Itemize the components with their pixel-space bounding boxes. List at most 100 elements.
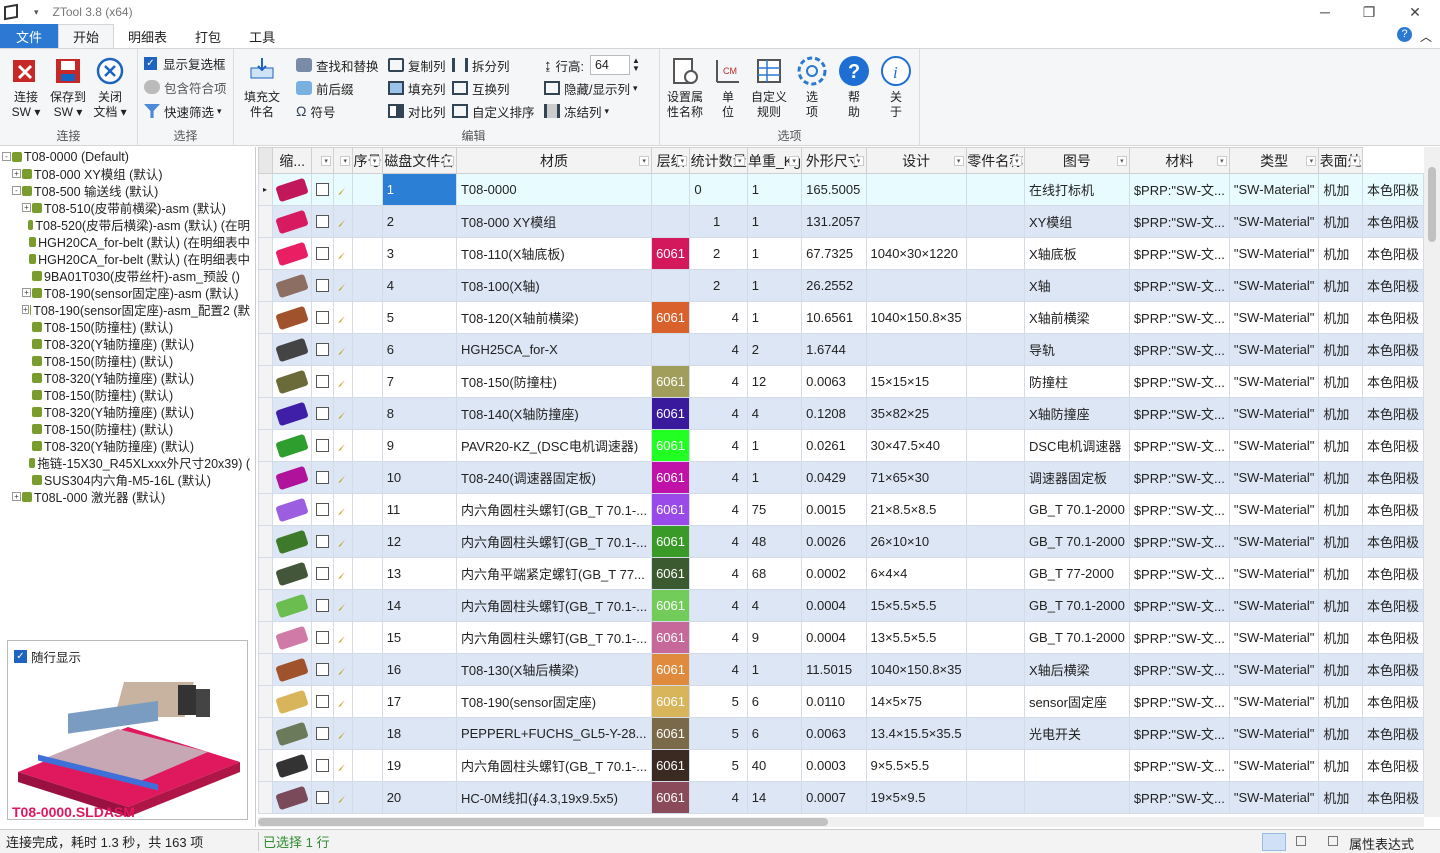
table-row[interactable]: 5 T08-120(X轴前横梁) 6061 4 1 10.6561 1040×150.8×3… [258,301,1424,334]
row-checkbox[interactable] [311,717,335,750]
surface-cell[interactable]: 本色阳极 [1361,365,1424,398]
drawing-no-cell[interactable]: $PRP:"SW-文... [1128,205,1230,238]
drawing-no-cell[interactable]: $PRP:"SW-文... [1128,269,1230,302]
row-checkbox[interactable] [311,749,335,782]
design-cell[interactable] [965,717,1025,750]
material-cell[interactable]: 6061 [651,493,691,526]
drawing-no-cell[interactable]: $PRP:"SW-文... [1128,685,1230,718]
filename-cell[interactable]: T08-130(X轴后横梁) [455,653,653,686]
level-cell[interactable]: 4 [689,781,748,814]
level-cell[interactable]: 5 [689,685,748,718]
part-name-cell[interactable]: X轴后横梁 [1023,653,1130,686]
tree-node[interactable]: HGH20CA_for-belt (默认) (在明细表中 [0,250,250,267]
material-name-cell[interactable]: "SW-Material" [1228,525,1320,558]
part-name-cell[interactable]: X轴前横梁 [1023,301,1130,334]
checkbox[interactable] [316,631,330,644]
qty-cell[interactable]: 12 [746,365,803,398]
material-name-cell[interactable]: "SW-Material" [1228,365,1320,398]
unit-button[interactable]: CM 单位 [708,55,748,120]
drawing-no-cell[interactable]: $PRP:"SW-文... [1128,173,1230,206]
material-name-cell[interactable]: "SW-Material" [1228,237,1320,270]
material-name-cell[interactable]: "SW-Material" [1228,717,1320,750]
material-name-cell[interactable]: "SW-Material" [1228,429,1320,462]
qty-cell[interactable]: 48 [746,525,803,558]
design-cell[interactable] [965,365,1025,398]
collapse-icon[interactable]: - [12,186,21,195]
filter-dropdown-icon[interactable]: ▾ [1349,156,1360,166]
collapse-ribbon-icon[interactable]: ︿ [1420,28,1432,45]
tree-node[interactable]: T08-320(Y轴防撞座) (默认) [0,437,250,454]
tab-bom[interactable]: 明细表 [114,24,181,48]
surface-cell[interactable]: 本色阳极 [1361,653,1424,686]
column-header-material-name[interactable]: 类型 ▾ [1228,147,1320,174]
weight-cell[interactable]: 0.0003 [801,749,867,782]
row-indicator[interactable] [258,301,274,334]
filter-dropdown-icon[interactable]: ▾ [639,156,650,166]
type-cell[interactable]: 机加 [1318,685,1363,718]
type-cell[interactable]: 机加 [1318,525,1363,558]
surface-cell[interactable]: 本色阳极 [1361,173,1424,206]
row-checkbox[interactable] [311,269,335,302]
table-row[interactable]: 16 T08-130(X轴后横梁) 6061 4 1 11.5015 1040×150.8×… [258,653,1424,686]
material-name-cell[interactable]: "SW-Material" [1228,749,1320,782]
custom-rule-button[interactable]: 自定义 规则 [748,55,790,120]
material-cell[interactable]: 6061 [651,685,691,718]
row-height-spinner[interactable]: ▲ ▼ [632,57,640,73]
design-cell[interactable] [965,653,1025,686]
row-edit[interactable] [333,301,354,334]
filter-dropdown-icon[interactable]: ▾ [1216,156,1227,166]
filter-dropdown-icon[interactable]: ▾ [853,156,864,166]
row-edit[interactable] [333,685,354,718]
dimension-cell[interactable]: 13×5.5×5.5 [865,621,967,654]
checkbox[interactable] [316,471,330,484]
tree-node[interactable]: T08-320(Y轴防撞座) (默认) [0,403,250,420]
seq-cell[interactable]: 11 [381,493,457,526]
design-cell[interactable] [965,205,1025,238]
dimension-cell[interactable] [865,173,967,206]
checkbox[interactable] [316,535,330,548]
expand-icon[interactable]: + [12,169,21,178]
column-header-part-name[interactable]: 图号 ▾ [1023,147,1130,174]
tree-node[interactable]: + T08-190(sensor固定座)-asm (默认) [0,284,250,301]
filename-cell[interactable]: T08-0000 [455,173,653,206]
type-cell[interactable]: 机加 [1318,205,1363,238]
filter-dropdown-icon[interactable]: ▾ [321,156,332,166]
row-edit[interactable] [333,557,354,590]
dimension-cell[interactable]: 13.4×15.5×35.5 [865,717,967,750]
material-name-cell[interactable]: "SW-Material" [1228,493,1320,526]
horizontal-scrollbar[interactable] [258,817,1424,827]
type-cell[interactable]: 机加 [1318,173,1363,206]
part-name-cell[interactable]: X轴底板 [1023,237,1130,270]
dimension-cell[interactable]: 14×5×75 [865,685,967,718]
row-indicator[interactable] [258,429,274,462]
row-checkbox[interactable] [311,653,335,686]
row-indicator[interactable] [258,365,274,398]
view-tree-icon[interactable] [1296,836,1306,846]
seq-cell[interactable]: 2 [381,205,457,238]
filename-cell[interactable]: 内六角圆柱头螺钉(GB_T 70.1-... [455,493,653,526]
design-cell[interactable] [965,621,1025,654]
vertical-scroll-thumb[interactable] [1428,167,1436,242]
part-name-cell[interactable]: GB_T 70.1-2000 [1023,621,1130,654]
qty-cell[interactable]: 1 [746,301,803,334]
set-prop-name-button[interactable]: 设置属 性名称 [664,55,706,120]
filter-dropdown-icon[interactable]: ▾ [953,156,964,166]
material-cell[interactable]: 6061 [651,365,691,398]
surface-cell[interactable]: 本色阳极 [1361,237,1424,270]
part-name-cell[interactable]: GB_T 77-2000 [1023,557,1130,590]
design-cell[interactable] [965,685,1025,718]
type-cell[interactable]: 机加 [1318,493,1363,526]
drawing-no-cell[interactable]: $PRP:"SW-文... [1128,429,1230,462]
weight-cell[interactable]: 131.2057 [801,205,867,238]
filename-cell[interactable]: 内六角圆柱头螺钉(GB_T 70.1-... [455,749,653,782]
design-cell[interactable] [965,237,1025,270]
type-cell[interactable]: 机加 [1318,749,1363,782]
row-checkbox[interactable] [311,365,335,398]
material-cell[interactable]: 6061 [651,621,691,654]
level-cell[interactable]: 4 [689,461,748,494]
qty-cell[interactable]: 68 [746,557,803,590]
seq-cell[interactable]: 18 [381,717,457,750]
seq-cell[interactable]: 19 [381,749,457,782]
material-cell[interactable]: 6061 [651,589,691,622]
table-row[interactable]: 7 T08-150(防撞柱) 6061 4 12 0.0063 15×15×15 防撞柱 $PR… [258,365,1424,398]
